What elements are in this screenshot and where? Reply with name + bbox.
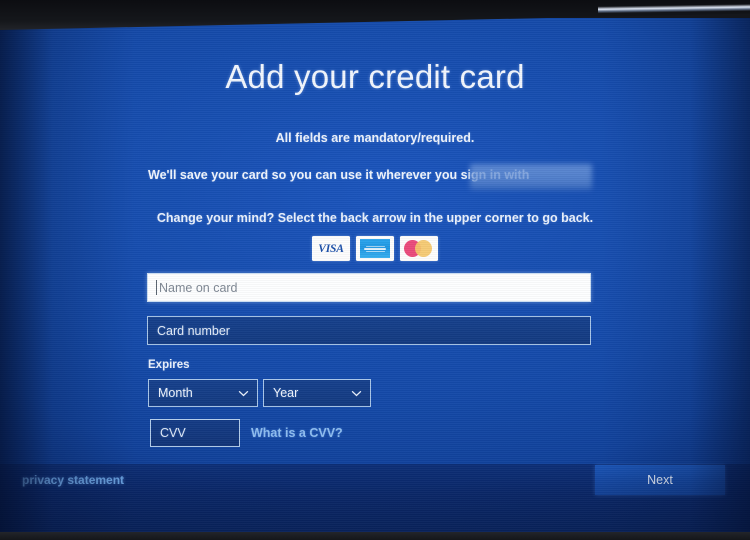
visa-logo: VISA bbox=[312, 236, 350, 261]
card-number-placeholder: Card number bbox=[157, 323, 230, 338]
oobe-add-credit-card-page: Add your credit card All fields are mand… bbox=[0, 18, 750, 532]
mastercard-circle-yellow bbox=[415, 240, 432, 257]
page-title: Add your credit card bbox=[225, 58, 525, 95]
mastercard-logo bbox=[400, 236, 438, 261]
monitor-photo-screenshot: Add your credit card All fields are mand… bbox=[0, 0, 750, 540]
expiry-month-select[interactable]: Month bbox=[148, 379, 258, 407]
change-your-mind-text: Change your mind? Select the back arrow … bbox=[156, 211, 594, 225]
expires-label: Expires bbox=[148, 359, 190, 371]
redacted-account-name bbox=[470, 164, 592, 190]
card-number-input[interactable]: Card number bbox=[147, 316, 591, 345]
monitor-bezel-glint bbox=[597, 4, 750, 14]
next-button[interactable]: Next bbox=[595, 465, 725, 495]
privacy-statement-link[interactable]: privacy statement bbox=[22, 473, 124, 487]
expiry-month-value: Month bbox=[158, 386, 193, 400]
what-is-a-cvv-link[interactable]: What is a CVV? bbox=[251, 426, 343, 440]
chevron-down-icon bbox=[351, 390, 362, 396]
amex-logo-mark bbox=[360, 239, 390, 258]
visa-logo-text: VISA bbox=[318, 242, 344, 255]
expiry-year-value: Year bbox=[273, 386, 299, 400]
cvv-placeholder: CVV bbox=[160, 426, 186, 440]
page-subtitle: All fields are mandatory/required. bbox=[275, 131, 475, 145]
amex-logo-stripe bbox=[365, 250, 385, 252]
page-content: Add your credit card All fields are mand… bbox=[0, 18, 750, 532]
text-cursor bbox=[156, 280, 157, 295]
expiry-year-select[interactable]: Year bbox=[263, 379, 371, 407]
chevron-down-icon bbox=[238, 390, 249, 396]
name-on-card-placeholder: Name on card bbox=[159, 280, 238, 295]
amex-logo-stripe bbox=[365, 245, 385, 247]
amex-logo-stripe bbox=[364, 247, 386, 250]
mastercard-logo-mark bbox=[404, 239, 434, 258]
amex-logo bbox=[356, 236, 394, 261]
accepted-card-logos: VISA bbox=[0, 236, 750, 261]
name-on-card-input[interactable]: Name on card bbox=[147, 273, 591, 302]
monitor-bezel-bottom bbox=[0, 532, 750, 540]
cvv-input[interactable]: CVV bbox=[150, 419, 240, 447]
